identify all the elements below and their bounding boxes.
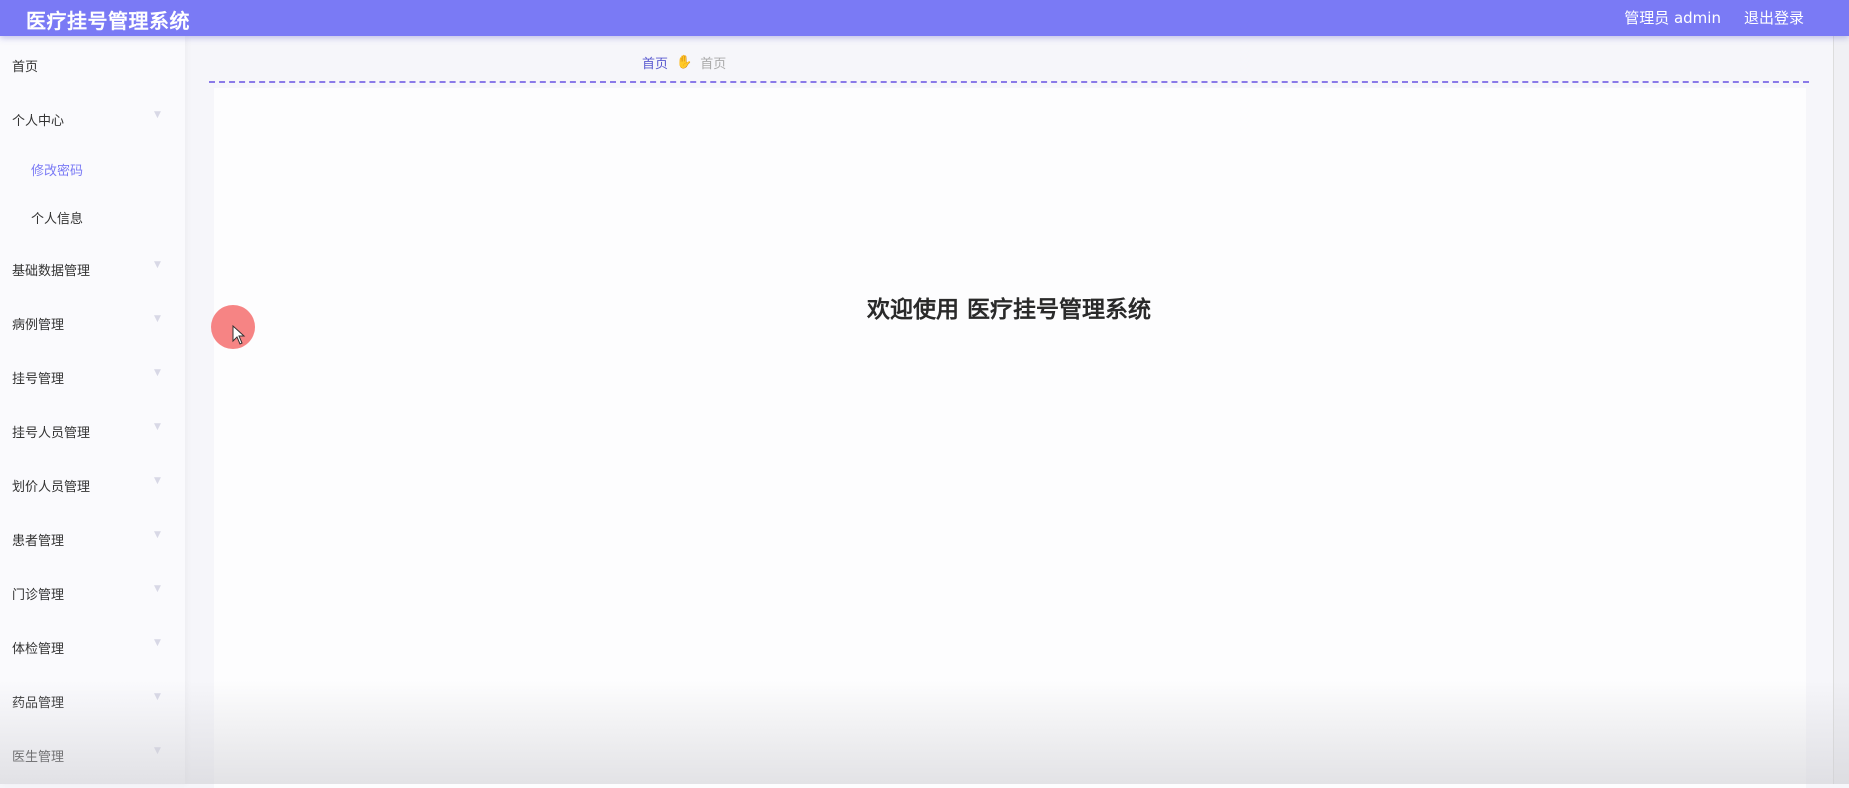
sidebar-item-label: 个人信息	[31, 212, 84, 227]
chevron-down-icon: ▼	[154, 260, 161, 270]
breadcrumb: 首页 ✋ 首页	[642, 53, 726, 72]
sidebar-item-patient[interactable]: 患者管理 ▼	[0, 518, 185, 558]
sidebar-item-label: 划价人员管理	[12, 480, 91, 495]
sidebar-item-case[interactable]: 病例管理 ▼	[0, 302, 185, 342]
sidebar-item-label: 医生管理	[12, 750, 65, 765]
dashed-divider	[209, 81, 1809, 83]
content-panel	[214, 88, 1806, 788]
sidebar-item-label: 基础数据管理	[12, 264, 91, 279]
sidebar-item-label: 门诊管理	[12, 588, 65, 603]
sidebar-item-home[interactable]: 首页	[0, 44, 185, 84]
breadcrumb-current: 首页	[700, 57, 727, 72]
main-content: 首页 ✋ 首页 欢迎使用 医疗挂号管理系统	[209, 36, 1809, 788]
chevron-down-icon: ▼	[154, 530, 161, 540]
mouse-cursor-highlight	[211, 305, 255, 349]
chevron-down-icon: ▼	[154, 314, 161, 324]
chevron-down-icon: ▼	[154, 110, 161, 120]
sidebar-item-pricing-staff[interactable]: 划价人员管理 ▼	[0, 464, 185, 504]
welcome-heading: 欢迎使用 医疗挂号管理系统	[866, 297, 1151, 323]
chevron-down-icon: ▼	[154, 584, 161, 594]
breadcrumb-home-link[interactable]: 首页	[642, 53, 668, 72]
sidebar-item-label: 挂号人员管理	[12, 426, 91, 441]
chevron-down-icon: ▼	[154, 476, 161, 486]
sidebar-item-doctor[interactable]: 医生管理 ▼	[0, 734, 185, 774]
app-title: 医疗挂号管理系统	[26, 9, 190, 33]
sidebar-item-label: 首页	[12, 60, 39, 75]
sidebar-item-personal-info[interactable]: 个人信息	[0, 196, 185, 236]
hand-icon: ✋	[676, 55, 693, 70]
sidebar-item-medicine[interactable]: 药品管理 ▼	[0, 680, 185, 720]
sidebar-item-label: 患者管理	[12, 534, 65, 549]
sidebar-item-registration[interactable]: 挂号管理 ▼	[0, 356, 185, 396]
sidebar-item-label: 药品管理	[12, 696, 65, 711]
top-right-actions: 管理员 admin 退出登录	[1624, 7, 1804, 28]
sidebar-item-base-data[interactable]: 基础数据管理 ▼	[0, 248, 185, 288]
chevron-down-icon: ▼	[154, 368, 161, 378]
sidebar-item-outpatient[interactable]: 门诊管理 ▼	[0, 572, 185, 612]
sidebar-item-personal-center[interactable]: 个人中心 ▼	[0, 98, 185, 138]
sidebar-item-label: 体检管理	[12, 642, 65, 657]
sidebar-item-label: 挂号管理	[12, 372, 65, 387]
chevron-down-icon: ▼	[154, 692, 161, 702]
mouse-pointer-icon	[232, 325, 246, 345]
chevron-down-icon: ▼	[154, 746, 161, 756]
top-bar: 医疗挂号管理系统 管理员 admin 退出登录	[0, 0, 1849, 36]
sidebar-item-label: 修改密码	[31, 164, 84, 179]
sidebar-item-checkup[interactable]: 体检管理 ▼	[0, 626, 185, 666]
sidebar-item-label: 病例管理	[12, 318, 65, 333]
sidebar-item-label: 个人中心	[12, 114, 65, 129]
sidebar-item-change-password[interactable]: 修改密码	[0, 148, 185, 188]
sidebar: 首页 个人中心 ▼ 修改密码 个人信息 基础数据管理 ▼ 病例管理 ▼ 挂号管理…	[0, 36, 185, 784]
sidebar-item-registrar-staff[interactable]: 挂号人员管理 ▼	[0, 410, 185, 450]
chevron-down-icon: ▼	[154, 638, 161, 648]
chevron-down-icon: ▼	[154, 422, 161, 432]
logout-button[interactable]: 退出登录	[1744, 7, 1804, 28]
scrollbar-track[interactable]	[1833, 36, 1849, 784]
admin-user-label[interactable]: 管理员 admin	[1624, 7, 1721, 28]
